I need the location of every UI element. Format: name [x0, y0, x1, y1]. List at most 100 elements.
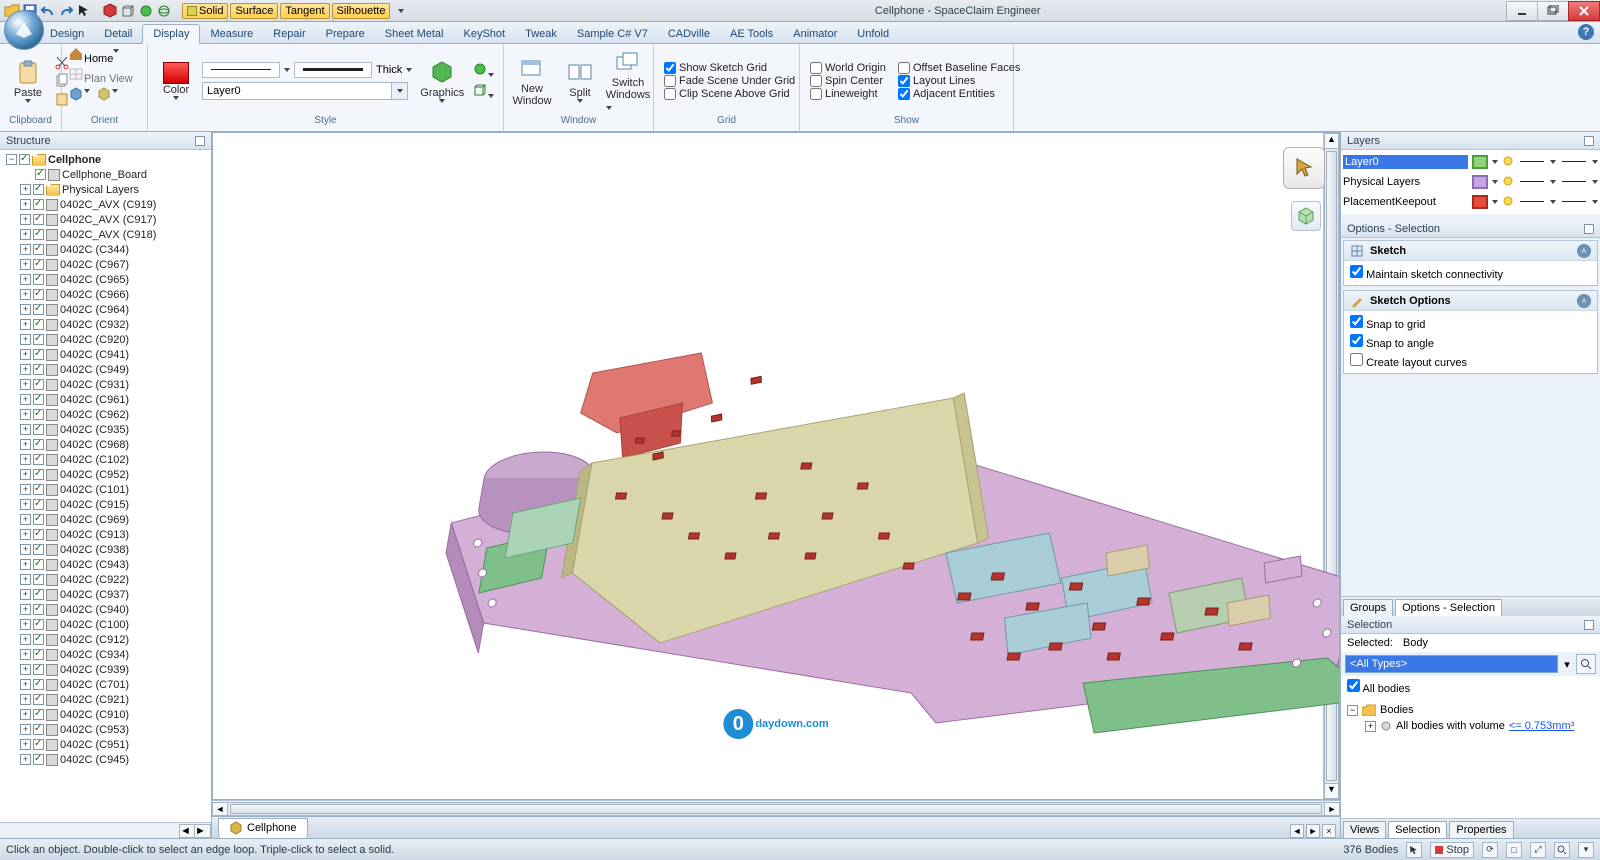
- fade-scene-checkbox[interactable]: Fade Scene Under Grid: [664, 75, 795, 87]
- layer-row[interactable]: Physical Layers: [1343, 172, 1598, 192]
- tree-node[interactable]: +0402C (C949): [4, 362, 209, 377]
- tab-aetools[interactable]: AE Tools: [720, 25, 783, 43]
- tree-node[interactable]: +0402C (C951): [4, 737, 209, 752]
- lineweight-icon[interactable]: [1560, 197, 1588, 207]
- close-button[interactable]: [1568, 1, 1600, 21]
- select-arrow-icon[interactable]: [76, 3, 92, 19]
- tree-node[interactable]: +0402C (C939): [4, 662, 209, 677]
- tree-node[interactable]: +0402C (C932): [4, 317, 209, 332]
- pin-icon[interactable]: [1584, 136, 1594, 146]
- selection-filter-input[interactable]: [1345, 655, 1558, 673]
- paste-button[interactable]: Paste: [6, 57, 50, 105]
- status-icon[interactable]: ▾: [1578, 842, 1594, 858]
- options-selection-tab[interactable]: Options - Selection: [1395, 599, 1502, 616]
- tree-node[interactable]: −Cellphone: [4, 152, 209, 167]
- wire-sphere-icon[interactable]: [156, 3, 172, 19]
- tree-node[interactable]: +0402C (C912): [4, 632, 209, 647]
- lineweight-checkbox[interactable]: Lineweight: [810, 88, 886, 100]
- 3d-viewport[interactable]: ▲▼: [212, 132, 1340, 800]
- green-sphere-icon[interactable]: [138, 3, 154, 19]
- tree-node[interactable]: +0402C (C965): [4, 272, 209, 287]
- red-cube-icon[interactable]: [102, 3, 118, 19]
- tree-node[interactable]: +0402C (C920): [4, 332, 209, 347]
- layout-lines-checkbox[interactable]: Layout Lines: [898, 75, 1020, 87]
- pin-icon[interactable]: [1584, 620, 1594, 630]
- clip-scene-checkbox[interactable]: Clip Scene Above Grid: [664, 88, 795, 100]
- tree-node[interactable]: +0402C (C921): [4, 692, 209, 707]
- tangent-chip[interactable]: Tangent: [280, 3, 329, 19]
- graphics-button[interactable]: Graphics: [416, 57, 468, 105]
- layer-color-swatch[interactable]: [1472, 155, 1488, 169]
- volume-filter-link[interactable]: <= 0.753mm³: [1509, 720, 1574, 732]
- tab-measure[interactable]: Measure: [200, 25, 263, 43]
- groups-tab[interactable]: Groups: [1343, 599, 1393, 616]
- color-button[interactable]: Color: [154, 60, 198, 102]
- search-icon[interactable]: [1576, 654, 1596, 674]
- show-sketch-grid-checkbox[interactable]: Show Sketch Grid: [664, 62, 795, 74]
- tree-node[interactable]: +0402C (C344): [4, 242, 209, 257]
- tree-node[interactable]: +0402C (C969): [4, 512, 209, 527]
- tree-node[interactable]: +0402C (C953): [4, 722, 209, 737]
- snap-grid-checkbox[interactable]: Snap to grid: [1350, 315, 1591, 331]
- spin-center-checkbox[interactable]: Spin Center: [810, 75, 886, 87]
- collapse-icon[interactable]: ˄: [1577, 294, 1591, 308]
- line-weight-selector[interactable]: [294, 62, 372, 78]
- layer-selector[interactable]: [202, 82, 412, 100]
- wire-cube-icon[interactable]: [120, 3, 136, 19]
- tree-node[interactable]: +0402C (C964): [4, 302, 209, 317]
- tree-node[interactable]: +0402C (C941): [4, 347, 209, 362]
- status-icon[interactable]: □: [1506, 842, 1522, 858]
- green-sphere-small-icon[interactable]: [472, 61, 494, 80]
- tree-node[interactable]: +0402C (C961): [4, 392, 209, 407]
- adjacent-entities-checkbox[interactable]: Adjacent Entities: [898, 88, 1020, 100]
- tree-node[interactable]: +0402C (C940): [4, 602, 209, 617]
- selection-tab[interactable]: Selection: [1388, 821, 1447, 838]
- linestyle-icon[interactable]: [1518, 197, 1546, 207]
- tree-node[interactable]: +0402C (C966): [4, 287, 209, 302]
- offset-baseline-checkbox[interactable]: Offset Baseline Faces: [898, 62, 1020, 74]
- tree-node[interactable]: +0402C (C967): [4, 257, 209, 272]
- layer-row[interactable]: Layer0: [1343, 152, 1598, 172]
- wire-cube-small-icon[interactable]: [472, 82, 494, 101]
- layer-color-swatch[interactable]: [1472, 175, 1488, 189]
- surface-chip[interactable]: Surface: [230, 3, 278, 19]
- redo-icon[interactable]: [58, 3, 74, 19]
- solid-chip[interactable]: Solid: [182, 3, 228, 19]
- tab-tweak[interactable]: Tweak: [515, 25, 567, 43]
- tree-node[interactable]: +0402C_AVX (C918): [4, 227, 209, 242]
- new-window-button[interactable]: NewWindow: [510, 53, 554, 109]
- collapse-icon[interactable]: ˄: [1577, 244, 1591, 258]
- maximize-button[interactable]: [1537, 1, 1569, 21]
- tree-node[interactable]: +0402C (C915): [4, 497, 209, 512]
- tab-sample[interactable]: Sample C# V7: [567, 25, 658, 43]
- tree-node[interactable]: +0402C_AVX (C917): [4, 212, 209, 227]
- tree-node[interactable]: +0402C (C922): [4, 572, 209, 587]
- tree-node[interactable]: +0402C (C701): [4, 677, 209, 692]
- create-layout-curves-checkbox[interactable]: Create layout curves: [1350, 353, 1591, 369]
- visibility-icon[interactable]: [1502, 196, 1514, 208]
- tab-next-button[interactable]: ►: [1306, 824, 1320, 838]
- tab-design[interactable]: Design: [40, 25, 94, 43]
- tree-node[interactable]: +0402C (C962): [4, 407, 209, 422]
- layer-row[interactable]: PlacementKeepout: [1343, 192, 1598, 212]
- tree-node[interactable]: +0402C (C910): [4, 707, 209, 722]
- lineweight-icon[interactable]: [1560, 157, 1588, 167]
- all-bodies-checkbox[interactable]: All bodies: [1347, 683, 1410, 695]
- tab-repair[interactable]: Repair: [263, 25, 315, 43]
- silhouette-chip[interactable]: Silhouette: [332, 3, 391, 19]
- status-icon[interactable]: ⤢: [1530, 842, 1546, 858]
- orient-dropdown-1[interactable]: [68, 86, 118, 105]
- tab-unfold[interactable]: Unfold: [847, 25, 899, 43]
- planview-button[interactable]: Plan View: [68, 66, 133, 85]
- tree-node[interactable]: +0402C (C943): [4, 557, 209, 572]
- tree-node[interactable]: +0402C (C913): [4, 527, 209, 542]
- tree-node[interactable]: +0402C (C952): [4, 467, 209, 482]
- bodies-tree[interactable]: − Bodies + All bodies with volume <= 0.7…: [1341, 698, 1600, 738]
- tree-node[interactable]: +0402C (C931): [4, 377, 209, 392]
- layer-color-swatch[interactable]: [1472, 195, 1488, 209]
- line-style-selector[interactable]: [202, 62, 280, 78]
- scroll-right-button[interactable]: ►: [195, 824, 211, 838]
- tree-node[interactable]: +Physical Layers: [4, 182, 209, 197]
- tab-display[interactable]: Display: [142, 24, 200, 44]
- tab-keyshot[interactable]: KeyShot: [454, 25, 516, 43]
